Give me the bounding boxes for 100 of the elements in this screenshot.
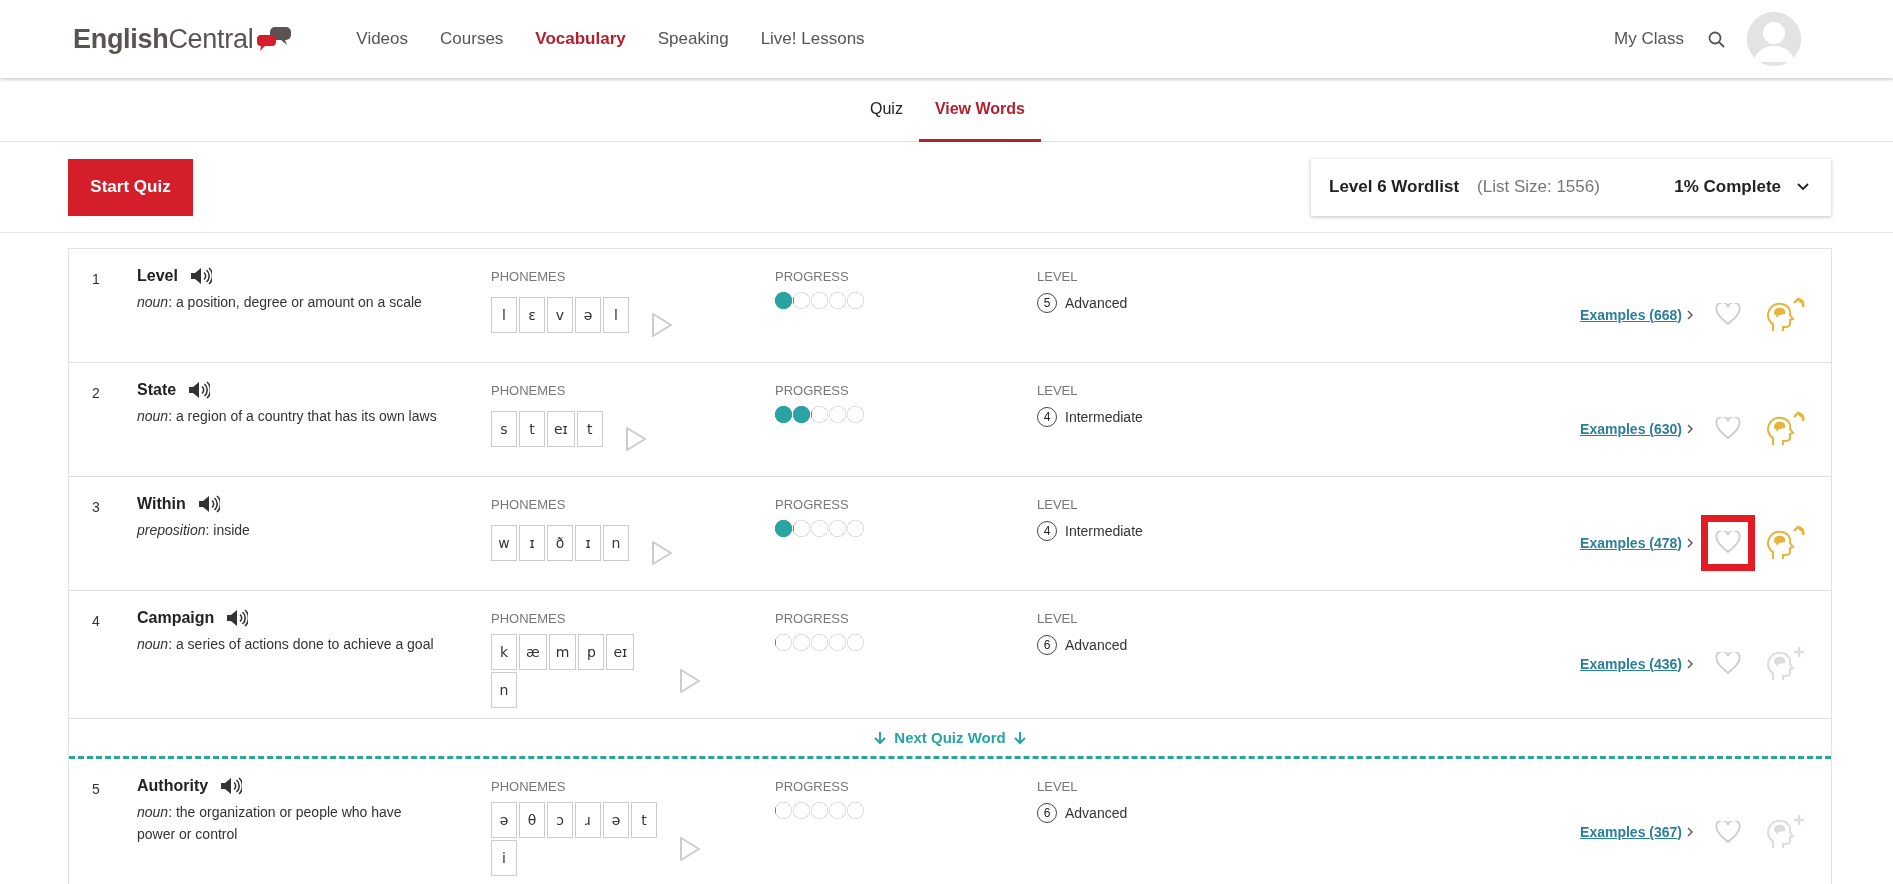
phoneme-tile[interactable]: ə: [491, 802, 517, 838]
wordlist-dropdown[interactable]: Level 6 Wordlist (List Size: 1556) 1% Complete: [1311, 158, 1831, 216]
nav-link[interactable]: Vocabulary: [535, 29, 626, 49]
phoneme-tile[interactable]: l: [603, 297, 629, 333]
progress-label: PROGRESS: [775, 611, 850, 626]
phoneme-tile[interactable]: v: [547, 297, 573, 333]
play-icon[interactable]: [679, 836, 701, 862]
memory-add-icon[interactable]: [1765, 814, 1805, 850]
phoneme-tile[interactable]: ə: [603, 802, 629, 838]
word-title: Campaign: [137, 609, 215, 627]
word-definition: noun: a series of actions done to achieve a goal: [137, 635, 435, 654]
progress-label: PROGRESS: [775, 497, 850, 512]
level-label: LEVEL: [1037, 269, 1079, 284]
examples-link[interactable]: Examples (478): [1580, 534, 1682, 551]
memory-review-icon[interactable]: [1765, 410, 1805, 447]
phoneme-tile[interactable]: m: [548, 634, 577, 670]
phonemes-label: PHONEMES: [491, 779, 567, 794]
phoneme-tile[interactable]: l: [491, 297, 517, 333]
phonemes-label: PHONEMES: [491, 383, 567, 398]
phoneme-tile[interactable]: ɔ: [547, 802, 573, 838]
start-quiz-button[interactable]: Start Quiz: [68, 158, 193, 216]
phoneme-tile[interactable]: p: [578, 634, 605, 670]
speaker-icon[interactable]: [226, 609, 249, 627]
word-definition: noun: a position, degree or amount on a scale: [137, 293, 423, 312]
phoneme-tile[interactable]: t: [519, 411, 545, 447]
memory-add-icon[interactable]: [1765, 645, 1805, 682]
down-arrow-icon: [1013, 730, 1026, 745]
progress-label: PROGRESS: [775, 779, 850, 794]
phoneme-tile[interactable]: eɪ: [606, 634, 635, 670]
phoneme-tile[interactable]: θ: [519, 802, 545, 838]
subtab[interactable]: Quiz: [854, 78, 919, 142]
speaker-icon[interactable]: [220, 777, 243, 795]
chevron-right-icon: [1687, 658, 1693, 669]
phoneme-tile[interactable]: ð: [547, 525, 573, 561]
logo-text: EnglishCentral: [73, 23, 254, 55]
favorite-button[interactable]: [1701, 514, 1755, 571]
nav-link[interactable]: Live! Lessons: [760, 29, 865, 49]
nav-link[interactable]: Videos: [356, 29, 409, 49]
level-name: Intermediate: [1065, 409, 1143, 425]
word-title: State: [137, 381, 177, 399]
play-icon[interactable]: [679, 668, 701, 694]
row-number: 4: [92, 612, 101, 629]
speaker-icon[interactable]: [189, 267, 212, 285]
completion-text: 1% Complete: [1674, 177, 1781, 197]
phoneme-tile[interactable]: i: [491, 840, 517, 876]
phoneme-tile[interactable]: ɪ: [519, 525, 545, 561]
chevron-right-icon: [1687, 309, 1693, 320]
examples-link[interactable]: Examples (367): [1580, 824, 1682, 840]
chevron-right-icon: [1687, 423, 1693, 434]
phoneme-tile[interactable]: s: [491, 411, 517, 447]
phoneme-tile[interactable]: t: [631, 802, 657, 838]
play-icon[interactable]: [624, 426, 647, 452]
nav-link[interactable]: Courses: [440, 29, 504, 49]
next-quiz-word-label: Next Quiz Word: [894, 729, 1006, 746]
wordlist-title: Level 6 Wordlist: [1329, 177, 1460, 197]
phoneme-tile[interactable]: k: [491, 634, 517, 670]
phoneme-tile[interactable]: ɪ: [575, 525, 601, 561]
down-arrow-icon: [874, 730, 887, 745]
word-title: Within: [137, 495, 186, 513]
phoneme-tile[interactable]: ə: [575, 297, 601, 333]
level-label: LEVEL: [1037, 383, 1079, 398]
examples-link[interactable]: Examples (436): [1580, 655, 1682, 672]
phonemes-label: PHONEMES: [491, 497, 567, 512]
level-name: Advanced: [1065, 295, 1128, 311]
phoneme-tile[interactable]: n: [491, 672, 517, 708]
word-title: Authority: [137, 777, 209, 795]
speech-bubbles-icon: [256, 25, 293, 53]
level-name: Advanced: [1065, 637, 1128, 653]
phonemes-label: PHONEMES: [491, 611, 567, 626]
level-label: LEVEL: [1037, 779, 1079, 794]
speaker-icon[interactable]: [197, 495, 220, 513]
phoneme-tile[interactable]: ɹ: [575, 802, 601, 838]
examples-link[interactable]: Examples (668): [1580, 306, 1682, 323]
level-name: Intermediate: [1065, 523, 1143, 539]
progress-label: PROGRESS: [775, 269, 850, 284]
word-definition: noun: a region of a country that has its own laws: [137, 407, 437, 426]
phoneme-tile[interactable]: eɪ: [547, 411, 575, 447]
word-definition: preposition: inside: [137, 521, 251, 540]
level-label: LEVEL: [1037, 611, 1079, 626]
search-icon[interactable]: [1708, 30, 1725, 48]
my-class-link[interactable]: My Class: [1614, 29, 1684, 49]
phoneme-tile[interactable]: ɛ: [519, 297, 545, 333]
word-definition: noun: the organization or people who have power or control: [137, 803, 403, 844]
row-number: 3: [92, 498, 101, 515]
memory-review-icon[interactable]: [1765, 524, 1805, 561]
phoneme-tile[interactable]: w: [491, 525, 517, 561]
progress-label: PROGRESS: [775, 383, 850, 398]
phoneme-tile[interactable]: æ: [519, 634, 547, 670]
level-name: Advanced: [1065, 805, 1128, 821]
phonemes-label: PHONEMES: [491, 269, 567, 284]
speaker-icon[interactable]: [188, 381, 211, 399]
memory-review-icon[interactable]: [1765, 296, 1805, 333]
subtab[interactable]: View Words: [918, 78, 1041, 142]
phoneme-tile[interactable]: t: [576, 411, 603, 447]
play-icon[interactable]: [651, 540, 673, 566]
play-icon[interactable]: [651, 312, 673, 338]
phoneme-tile[interactable]: n: [603, 525, 629, 561]
level-label: LEVEL: [1037, 497, 1079, 512]
nav-link[interactable]: Speaking: [657, 29, 729, 49]
examples-link[interactable]: Examples (630): [1580, 420, 1682, 437]
